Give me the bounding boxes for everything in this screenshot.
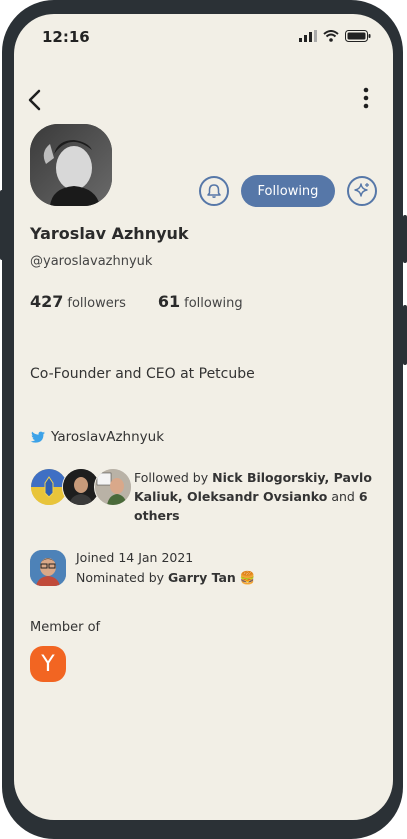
profile-bio: Co-Founder and CEO at Petcube [30, 366, 255, 382]
followed-by-avatars[interactable] [30, 468, 134, 506]
followed-by-text[interactable]: Followed by Nick Bilogorskiy, Pavlo Kali… [134, 468, 374, 525]
club-yc-badge[interactable]: Y [30, 646, 66, 682]
profile-avatar[interactable] [30, 124, 112, 206]
joined-date: Joined 14 Jan 2021 [76, 550, 194, 565]
nominated-by[interactable]: Nominated by Garry Tan 🍔 [76, 568, 255, 588]
follower-avatar [94, 468, 132, 506]
nominator-avatar[interactable] [30, 550, 66, 586]
bell-icon [207, 184, 221, 198]
more-options-icon[interactable] [361, 86, 371, 110]
nominator-name: Garry Tan [168, 570, 236, 585]
twitter-handle: YaroslavAzhnyuk [51, 429, 165, 445]
nominator-emoji: 🍔 [239, 570, 256, 585]
followed-by-and: and [327, 489, 359, 504]
followed-by-prefix: Followed by [134, 470, 213, 485]
joined-info: Joined 14 Jan 2021 Nominated by Garry Ta… [76, 548, 255, 588]
side-button-right-top [403, 215, 407, 263]
sparkle-icon [354, 183, 369, 197]
profile-stats: 427 followers 61 following [30, 292, 243, 311]
following-button[interactable]: Following [241, 175, 335, 207]
back-arrow-icon[interactable] [22, 86, 50, 114]
status-time: 12:16 [42, 28, 90, 46]
following-count: 61 [157, 292, 181, 311]
screen: 12:16 Following Yaroslav Azhnyuk @yarosl… [14, 14, 393, 820]
battery-icon [345, 30, 371, 42]
signal-icon [299, 30, 317, 42]
profile-handle: @yaroslavazhnyuk [30, 254, 153, 269]
followers-stat[interactable]: 427 followers [30, 292, 126, 311]
twitter-link[interactable]: YaroslavAzhnyuk [30, 429, 164, 445]
notification-bell-button[interactable] [199, 176, 229, 206]
profile-name: Yaroslav Azhnyuk [30, 224, 189, 243]
nominated-prefix: Nominated by [76, 570, 169, 585]
wifi-icon [323, 30, 339, 42]
side-button-right-bottom [403, 305, 407, 365]
member-of-label: Member of [30, 620, 101, 635]
following-label: following [184, 296, 243, 311]
status-icons [299, 30, 371, 42]
followers-label: followers [67, 296, 126, 311]
followers-count: 427 [30, 292, 64, 311]
side-button-left [0, 190, 4, 260]
twitter-icon [30, 431, 45, 443]
sparkle-button[interactable] [347, 176, 377, 206]
following-stat[interactable]: 61 following [158, 292, 243, 311]
